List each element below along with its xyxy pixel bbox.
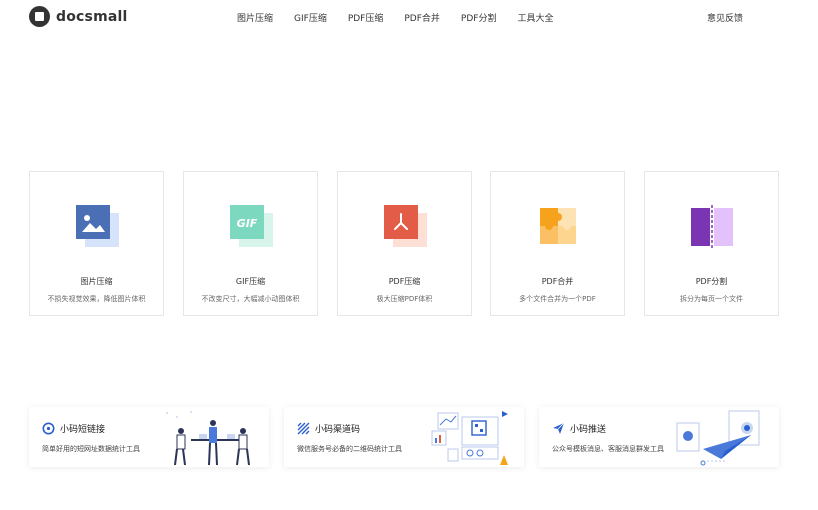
tool-desc: 多个文件合并为一个PDF (519, 295, 596, 303)
team-illustration (166, 411, 250, 466)
tool-title: PDF合并 (541, 277, 574, 286)
main-nav: 图片压缩 GIF压缩 PDF压缩 PDF合并 PDF分割 工具大全 (237, 11, 574, 24)
nav-item-gif-compress[interactable]: GIF压缩 (294, 11, 327, 24)
promo-desc: 简单好用的短网址数据统计工具 (42, 445, 140, 453)
promo-desc: 公众号模板消息、客服消息群发工具 (552, 445, 664, 453)
nav-item-image-compress[interactable]: 图片压缩 (237, 11, 273, 24)
tool-desc: 不改变尺寸，大幅减小动图体积 (201, 295, 300, 303)
gif-icon-text: GIF (237, 217, 258, 230)
nav-item-pdf-split[interactable]: PDF分割 (461, 11, 497, 24)
logo[interactable]: docsmall (29, 6, 128, 27)
qrcode-icon (297, 422, 310, 435)
promo-title: 小码渠道码 (315, 425, 361, 435)
tool-card-gif-compress[interactable]: GIF GIF压缩 不改变尺寸，大幅减小动图体积 (183, 171, 318, 316)
feedback-link[interactable]: 意见反馈 (707, 11, 743, 24)
paper-plane-illustration (676, 410, 760, 466)
promo-title: 小码推送 (570, 425, 607, 435)
tool-cards: 图片压缩 不损失视觉效果，降低图片体积 GIF GIF压缩 不改变尺寸，大幅减小… (29, 171, 779, 316)
top-header: docsmall 图片压缩 GIF压缩 PDF压缩 PDF合并 PDF分割 工具… (0, 0, 818, 34)
nav-item-all-tools[interactable]: 工具大全 (517, 11, 553, 24)
logo-icon (29, 6, 50, 27)
tool-desc: 拆分为每页一个文件 (680, 295, 743, 303)
link-icon (42, 422, 55, 435)
promo-card-channel-code[interactable]: 小码渠道码 微信服务号必备的二维码统计工具 (284, 407, 524, 467)
nav-item-pdf-merge[interactable]: PDF合并 (404, 11, 440, 24)
paper-plane-icon (553, 422, 565, 434)
promo-card-short-link[interactable]: 小码短链接 简单好用的短网址数据统计工具 (29, 407, 269, 467)
tool-card-pdf-merge[interactable]: PDF合并 多个文件合并为一个PDF (490, 171, 625, 316)
image-icon (76, 205, 119, 247)
logo-text: docsmall (56, 8, 128, 25)
tool-title: PDF分割 (695, 277, 728, 286)
tool-title: PDF压缩 (388, 277, 421, 286)
tool-card-image-compress[interactable]: 图片压缩 不损失视觉效果，降低图片体积 (29, 171, 164, 316)
tool-desc: 不损失视觉效果，降低图片体积 (47, 295, 146, 303)
promo-title: 小码短链接 (60, 425, 106, 435)
gif-icon: GIF (230, 205, 273, 247)
promo-desc: 微信服务号必备的二维码统计工具 (297, 445, 402, 453)
split-icon (691, 205, 733, 249)
promo-title-row: 小码推送 (552, 422, 606, 435)
tool-title: 图片压缩 (80, 277, 113, 286)
tool-desc: 极大压缩PDF体积 (376, 295, 433, 303)
puzzle-icon (540, 208, 576, 244)
tool-card-pdf-split[interactable]: PDF分割 拆分为每页一个文件 (644, 171, 779, 316)
pdf-icon (384, 205, 427, 247)
tool-title: GIF压缩 (235, 277, 266, 286)
promo-title-row: 小码渠道码 (297, 422, 360, 435)
dashboard-illustration (431, 411, 508, 465)
tool-card-pdf-compress[interactable]: PDF压缩 极大压缩PDF体积 (337, 171, 472, 316)
nav-item-pdf-compress[interactable]: PDF压缩 (348, 11, 384, 24)
promo-card-push[interactable]: 小码推送 公众号模板消息、客服消息群发工具 (539, 407, 779, 467)
promo-title-row: 小码短链接 (42, 422, 105, 435)
